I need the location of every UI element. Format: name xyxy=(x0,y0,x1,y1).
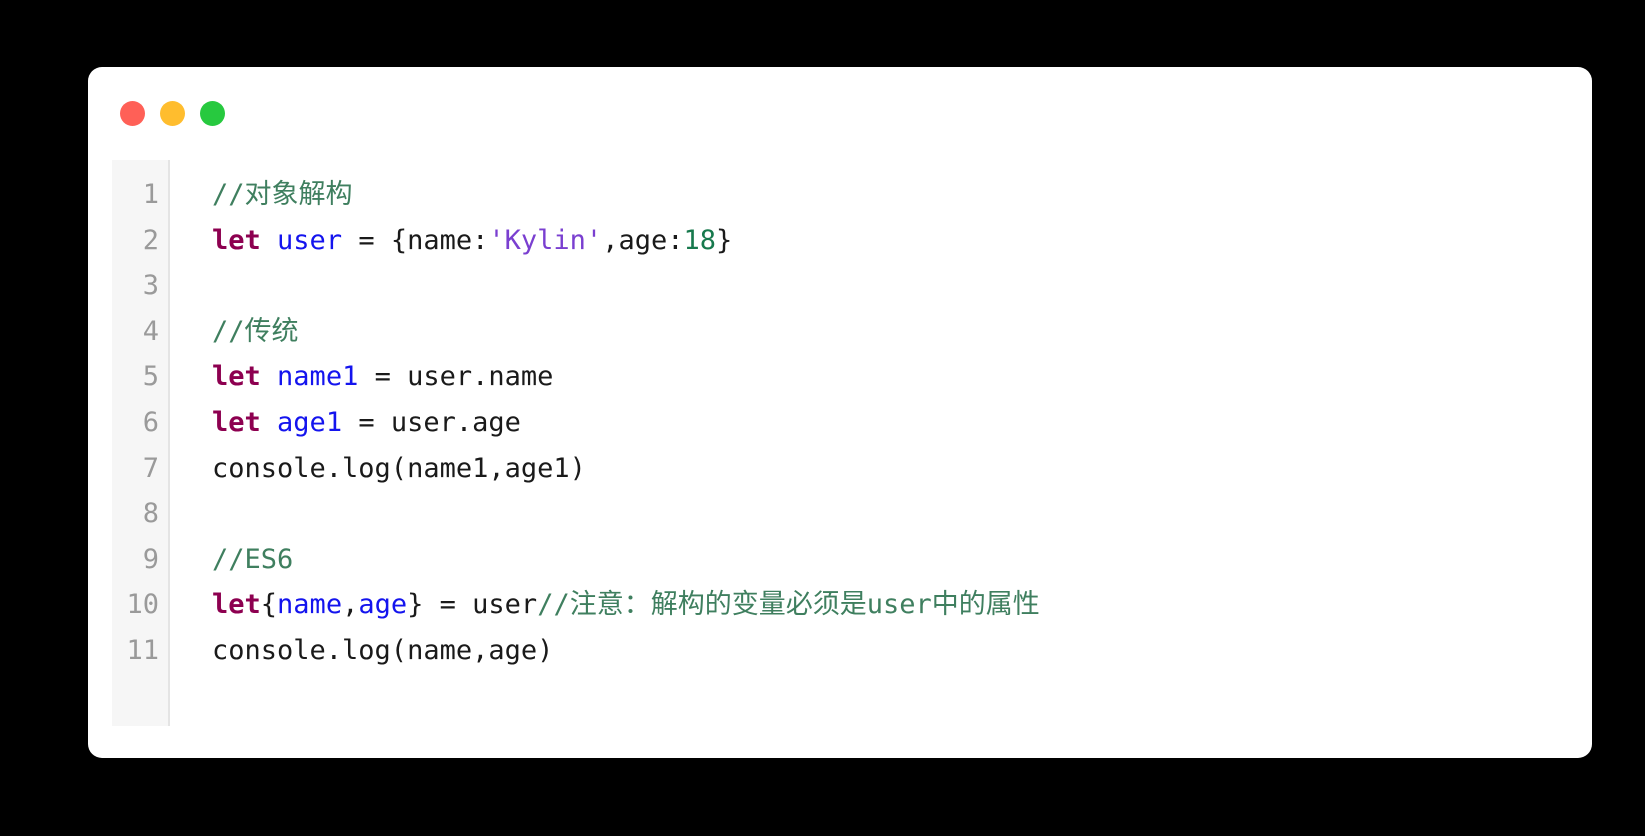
code-line: console.log(name,age) xyxy=(170,628,1592,674)
statement-token: console.log(name,age) xyxy=(212,634,554,666)
brace-token: } xyxy=(407,589,424,621)
screenshot-root: 1 2 3 4 5 6 7 8 9 10 11 //对象解构 let user … xyxy=(0,0,1645,836)
comment-token: //ES6 xyxy=(212,543,294,575)
line-number: 10 xyxy=(126,589,159,621)
line-number: 8 xyxy=(142,498,159,530)
line-number-gutter: 1 2 3 4 5 6 7 8 9 10 11 xyxy=(112,160,170,726)
code-line: //传统 xyxy=(170,309,1592,355)
comment-token: //传统 xyxy=(212,315,299,347)
code-editor-body: 1 2 3 4 5 6 7 8 9 10 11 //对象解构 let user … xyxy=(112,160,1592,758)
statement-token: console.log(name1,age1) xyxy=(212,452,586,484)
line-number: 6 xyxy=(142,406,159,438)
expression-token: = user.age xyxy=(342,406,521,438)
close-dot[interactable] xyxy=(120,101,145,126)
minimize-dot[interactable] xyxy=(160,101,185,126)
line-number: 2 xyxy=(142,224,159,256)
code-line: let name1 = user.name xyxy=(170,354,1592,400)
comment-token: //注意：解构的变量必须是user中的属性 xyxy=(537,589,1040,621)
code-line: let age1 = user.age xyxy=(170,400,1592,446)
keyword-token: let xyxy=(212,589,261,621)
code-line: console.log(name1,age1) xyxy=(170,446,1592,492)
string-token: 'Kylin' xyxy=(488,224,603,256)
brace-token: { xyxy=(260,589,278,621)
code-snippet-window: 1 2 3 4 5 6 7 8 9 10 11 //对象解构 let user … xyxy=(88,67,1592,758)
line-number: 11 xyxy=(126,634,159,666)
variable-token: age1 xyxy=(277,406,343,438)
code-line: let{name,age} = user//注意：解构的变量必须是user中的属… xyxy=(170,582,1592,628)
line-number: 5 xyxy=(142,361,159,393)
operator-token: = {name: xyxy=(342,224,489,256)
line-number: 7 xyxy=(142,452,159,484)
keyword-token: let xyxy=(212,361,261,393)
code-line: //ES6 xyxy=(170,537,1592,583)
variable-token: user xyxy=(277,224,343,256)
expression-token: = user.name xyxy=(358,361,554,393)
keyword-token: let xyxy=(212,224,261,256)
number-token: 18 xyxy=(683,224,716,256)
variable-token: name1 xyxy=(277,361,359,393)
operator-token: ,age: xyxy=(602,224,684,256)
window-title-bar xyxy=(88,67,1592,160)
keyword-token: let xyxy=(212,406,261,438)
comment-token: //对象解构 xyxy=(212,179,353,210)
code-text-area[interactable]: //对象解构 let user = {name:'Kylin',age:18} … xyxy=(170,160,1592,674)
maximize-dot[interactable] xyxy=(200,101,225,126)
line-number: 9 xyxy=(142,543,159,575)
comma-token: , xyxy=(342,589,359,621)
line-number: 1 xyxy=(142,179,159,210)
expression-token: = user xyxy=(423,589,538,621)
code-line: let user = {name:'Kylin',age:18} xyxy=(170,218,1592,264)
brace-token: } xyxy=(715,224,733,256)
variable-token: name xyxy=(277,589,343,621)
code-line: //对象解构 xyxy=(170,172,1592,218)
variable-token: age xyxy=(358,589,408,621)
line-number: 3 xyxy=(142,270,159,302)
line-number: 4 xyxy=(142,315,159,347)
